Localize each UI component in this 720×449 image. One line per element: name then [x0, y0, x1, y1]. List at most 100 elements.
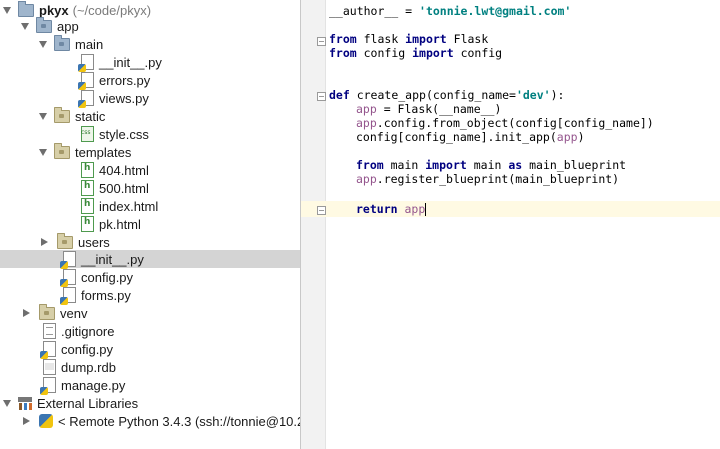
code-text: main_blueprint: [522, 158, 627, 172]
chevron-right-icon[interactable]: [23, 309, 30, 317]
tree-item-index-html[interactable]: index.html: [0, 197, 300, 215]
tree-item-label: pk.html: [99, 216, 141, 232]
text-caret: [425, 203, 427, 216]
tree-item-main-init-py[interactable]: __init__.py: [0, 53, 300, 72]
code-line-10: config[config_name].init_app(app): [356, 129, 585, 145]
text-file-icon: [43, 323, 56, 339]
fold-marker-icon[interactable]: [317, 206, 326, 215]
chevron-down-icon[interactable]: [3, 6, 11, 14]
code-identifier: app: [556, 130, 578, 144]
editor-gutter[interactable]: [301, 0, 326, 449]
tree-item-label: main: [75, 36, 104, 52]
tree-item-label: static: [75, 108, 106, 124]
tree-item-label: .gitignore: [61, 323, 115, 339]
code-text: main: [466, 158, 509, 172]
tree-item-forms-py[interactable]: forms.py: [0, 286, 300, 305]
project-tree[interactable]: pkyx (~/code/pkyx) app main __init__.py …: [0, 0, 301, 449]
chevron-right-icon[interactable]: [23, 417, 30, 425]
tree-item-label: users: [78, 234, 110, 250]
code-text: config[config_name].init_app(: [356, 130, 557, 144]
code-string: 'dev': [515, 88, 551, 102]
tree-item-dump-rdb[interactable]: dump.rdb: [0, 358, 300, 376]
tree-item-style-css[interactable]: style.css: [0, 125, 300, 143]
chevron-down-icon[interactable]: [21, 22, 29, 30]
code-keyword: import: [412, 46, 454, 60]
project-path: (~/code/pkyx): [72, 2, 152, 18]
tree-item-label: < Remote Python 3.4.3 (ssh://tonnie@10.2…: [58, 413, 301, 429]
tree-item-errors-py[interactable]: errors.py: [0, 71, 300, 90]
code-keyword: from: [356, 158, 384, 172]
tree-item-pk-html[interactable]: pk.html: [0, 215, 300, 233]
code-keyword: return: [356, 202, 398, 216]
tree-item-main[interactable]: main: [0, 34, 300, 53]
code-identifier: app: [356, 102, 377, 116]
tree-item-users[interactable]: users: [0, 232, 300, 251]
code-editor[interactable]: __author__ = 'tonnie.lwt@gmail.com' from…: [301, 0, 720, 449]
tree-item-app[interactable]: app: [0, 16, 300, 35]
tree-item-label: app: [57, 18, 79, 34]
code-identifier: app: [404, 202, 426, 216]
tree-item-label: __init__.py: [81, 251, 144, 267]
tree-item-label: External Libraries: [37, 395, 139, 411]
code-identifier: app: [356, 116, 377, 130]
tree-item-label: venv: [60, 305, 88, 321]
css-file-icon: [81, 126, 94, 142]
python-file-icon: [60, 251, 76, 269]
tree-item-manage-py[interactable]: manage.py: [0, 376, 300, 395]
fold-marker-icon[interactable]: [317, 92, 326, 101]
folder-icon: [39, 303, 55, 320]
tree-item-label: style.css: [99, 126, 149, 142]
project-folder-icon: [18, 0, 34, 17]
tree-item-venv[interactable]: venv: [0, 303, 300, 322]
tree-item-label: templates: [75, 144, 132, 160]
code-keyword: def: [329, 88, 350, 102]
tree-item-404-html[interactable]: 404.html: [0, 161, 300, 179]
chevron-right-icon[interactable]: [41, 238, 48, 246]
tree-item-static[interactable]: static: [0, 106, 300, 125]
chevron-down-icon[interactable]: [39, 40, 47, 48]
html-file-icon: [81, 216, 94, 232]
code-text: .config.from_object(config[config_name]): [376, 116, 654, 130]
code-line-4: from config import config: [329, 45, 502, 61]
code-text: ): [577, 130, 585, 144]
tree-item-views-py[interactable]: views.py: [0, 89, 300, 108]
code-text: flask: [356, 32, 406, 46]
code-string: 'tonnie.lwt@gmail.com': [419, 4, 572, 18]
python-file-icon: [78, 90, 94, 108]
tree-item-templates[interactable]: templates: [0, 142, 300, 161]
folder-icon: [54, 142, 70, 159]
fold-marker-icon[interactable]: [317, 37, 326, 46]
tree-item-500-html[interactable]: 500.html: [0, 179, 300, 197]
tree-item-label: errors.py: [99, 72, 151, 88]
code-keyword: as: [508, 158, 523, 172]
code-text: __author__ =: [329, 4, 420, 18]
tree-item-label: manage.py: [61, 377, 126, 393]
tree-item-external-libraries[interactable]: External Libraries: [0, 394, 300, 412]
file-icon: [43, 359, 56, 375]
tree-item-label: config.py: [81, 269, 134, 285]
python-file-icon: [78, 54, 94, 72]
tree-item-app-init-py[interactable]: __init__.py: [0, 250, 300, 269]
tree-item-gitignore[interactable]: .gitignore: [0, 322, 300, 340]
package-folder-icon: [36, 16, 52, 33]
chevron-down-icon[interactable]: [3, 399, 11, 407]
code-text: ):: [550, 88, 565, 102]
chevron-down-icon[interactable]: [39, 148, 47, 156]
tree-item-label: 500.html: [99, 180, 149, 196]
package-folder-icon: [54, 34, 70, 51]
tree-item-label: __init__.py: [99, 54, 162, 70]
code-text: config: [453, 46, 503, 60]
python-file-icon: [60, 269, 76, 287]
code-text: main: [383, 158, 426, 172]
html-file-icon: [81, 198, 94, 214]
chevron-down-icon[interactable]: [39, 112, 47, 120]
tree-item-app-config-py[interactable]: config.py: [0, 268, 300, 287]
tree-item-root-config-py[interactable]: config.py: [0, 340, 300, 359]
tree-item-label: views.py: [99, 90, 149, 106]
code-keyword: from: [329, 32, 357, 46]
tree-item-remote-python[interactable]: < Remote Python 3.4.3 (ssh://tonnie@10.2…: [0, 412, 300, 430]
code-keyword: import: [405, 32, 447, 46]
python-file-icon: [78, 72, 94, 90]
python-file-icon: [40, 377, 56, 395]
python-interpreter-icon: [39, 414, 53, 428]
